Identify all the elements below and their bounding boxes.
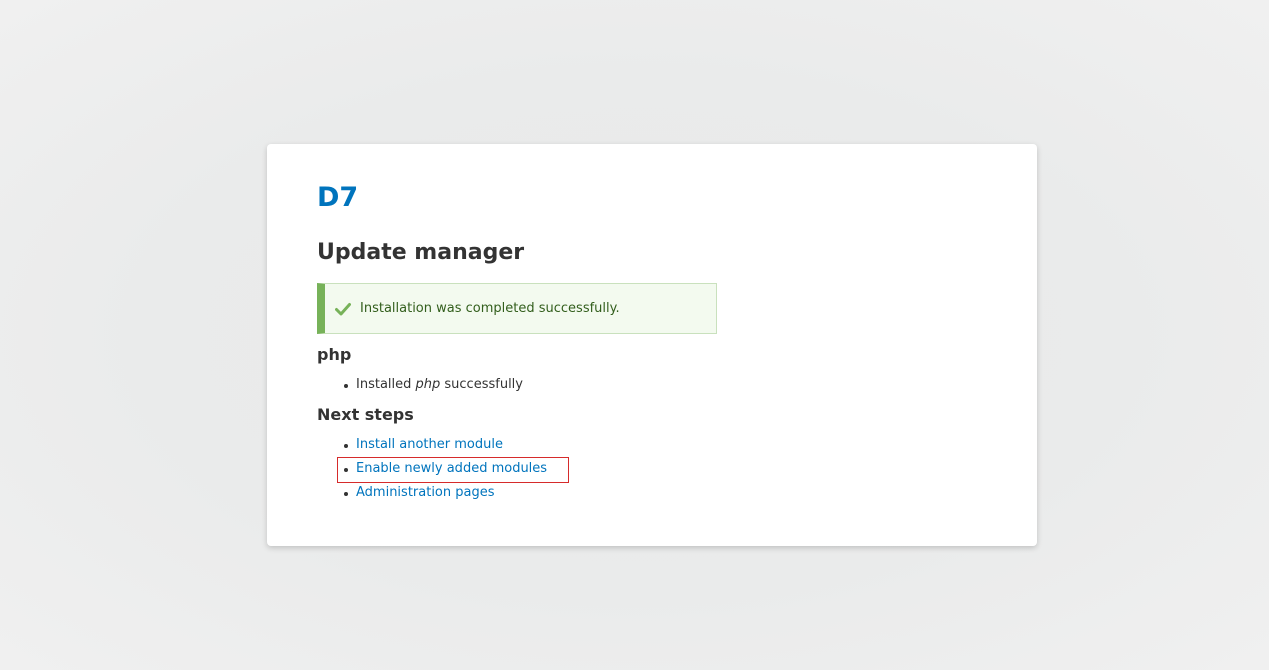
installed-suffix: successfully — [440, 377, 523, 392]
installed-project-heading: php — [317, 345, 352, 364]
status-message: Installation was completed successfully. — [317, 283, 717, 334]
administration-pages-link[interactable]: Administration pages — [356, 485, 495, 500]
installed-prefix: Installed — [356, 377, 416, 392]
status-message-text: Installation was completed successfully. — [360, 301, 620, 316]
install-another-module-link[interactable]: Install another module — [356, 437, 503, 452]
installed-list: Installed php successfully — [343, 373, 523, 397]
installed-project-name: php — [415, 377, 441, 392]
next-steps-heading: Next steps — [317, 405, 414, 424]
list-item: Install another module — [343, 433, 547, 457]
list-item: Installed php successfully — [343, 373, 523, 397]
page-title: Update manager — [317, 240, 525, 265]
site-name-link[interactable]: D7 — [317, 182, 358, 214]
highlight-box — [337, 457, 569, 483]
check-icon — [335, 301, 351, 317]
update-manager-card: D7 Update manager Installation was compl… — [267, 144, 1037, 546]
list-item: Administration pages — [343, 481, 547, 505]
